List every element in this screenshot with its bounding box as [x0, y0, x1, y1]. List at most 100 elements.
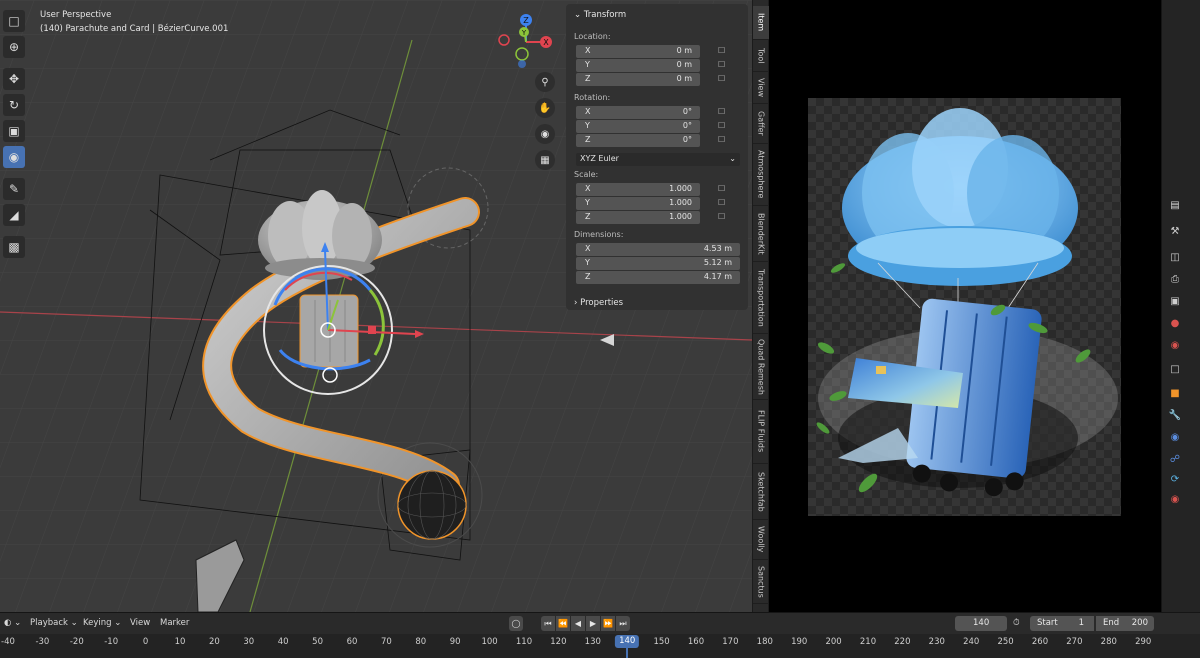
jump-keyframe-back-icon[interactable]: ⏪ — [556, 616, 570, 631]
lock-icon[interactable]: ☐ — [718, 60, 728, 70]
menu-playback[interactable]: Playback ⌄ — [30, 618, 78, 628]
tab-sanctus[interactable]: Sanctus — [753, 560, 769, 604]
play-icon[interactable]: ▶ — [586, 616, 600, 631]
location-x-field[interactable]: X 0 m — [576, 45, 700, 58]
tab-item[interactable]: Item — [753, 6, 769, 40]
start-frame-field[interactable]: Start 1 — [1030, 616, 1094, 631]
current-frame-field[interactable]: 140 — [955, 616, 1007, 631]
ruler-tick: 80 — [415, 637, 427, 647]
playhead-frame[interactable]: 140 — [615, 635, 640, 648]
menu-marker[interactable]: Marker — [160, 618, 189, 628]
zoom-icon[interactable]: ⚲ — [535, 72, 555, 92]
ruler-tick: 60 — [346, 637, 358, 647]
rotate-icon[interactable]: ↻ — [3, 94, 25, 116]
tab-atmosphere[interactable]: Atmosphere — [753, 144, 769, 206]
world-icon[interactable]: ◉ — [1168, 338, 1182, 352]
annotate-icon[interactable]: ✎ — [3, 178, 25, 200]
editor-type-icon[interactable]: ◐ ⌄ — [4, 618, 21, 628]
scale-icon[interactable]: ▣ — [3, 120, 25, 142]
lock-icon[interactable]: ☐ — [718, 198, 728, 208]
transform-icon[interactable]: ◉ — [3, 146, 25, 168]
timeline-ruler[interactable]: -40 -30 -20 -10 0 10 20 30 40 50 60 70 80 90 100 110 120… — [0, 634, 1200, 658]
tab-transportation[interactable]: Transportation — [753, 262, 769, 334]
playhead-line[interactable] — [626, 648, 629, 658]
scale-y-field[interactable]: Y 1.000 — [576, 197, 700, 210]
lock-icon[interactable]: ☐ — [718, 107, 728, 117]
dimensions-y-field[interactable]: Y 5.12 m — [576, 257, 740, 270]
cursor-icon[interactable]: ⊕ — [3, 36, 25, 58]
tab-woolly[interactable]: Woolly — [753, 520, 769, 560]
jump-end-icon[interactable]: ⏭ — [616, 616, 630, 631]
scale-x-field[interactable]: X 1.000 — [576, 183, 700, 196]
rotation-z-field[interactable]: Z 0° — [576, 134, 700, 147]
collection-icon[interactable]: □ — [1168, 362, 1182, 376]
dimensions-z-field[interactable]: Z 4.17 m — [576, 271, 740, 284]
ruler-tick: 170 — [722, 637, 739, 647]
location-y-field[interactable]: Y 0 m — [576, 59, 700, 72]
axis-label: X — [585, 46, 591, 55]
render-icon[interactable]: ◫ — [1168, 250, 1182, 264]
material-icon[interactable]: ◉ — [1168, 492, 1182, 506]
transform-header[interactable]: ⌄ Transform — [574, 10, 626, 20]
rotation-y-field[interactable]: Y 0° — [576, 120, 700, 133]
menu-keying-label: Keying — [83, 618, 112, 628]
ruler-tick: 260 — [1031, 637, 1049, 647]
lock-icon[interactable]: ☐ — [718, 46, 728, 56]
tab-quad-remesh[interactable]: Quad Remesh — [753, 334, 769, 400]
record-icon[interactable]: ◯ — [509, 616, 523, 631]
jump-keyframe-forward-icon[interactable]: ⏩ — [601, 616, 615, 631]
render-preview[interactable] — [769, 0, 1161, 612]
lock-icon[interactable]: ☐ — [718, 135, 728, 145]
dimensions-x-field[interactable]: X 4.53 m — [576, 243, 740, 256]
stopwatch-icon[interactable]: ⏱ — [1013, 618, 1020, 628]
menu-view[interactable]: View — [130, 618, 150, 628]
lock-icon[interactable]: ☐ — [718, 121, 728, 131]
scale-z-field[interactable]: Z 1.000 — [576, 211, 700, 224]
object-icon[interactable]: ■ — [1168, 386, 1182, 400]
move-icon[interactable]: ✥ — [3, 68, 25, 90]
select-box-icon[interactable]: □ — [3, 10, 25, 32]
output-icon[interactable]: ⎙ — [1168, 272, 1182, 286]
menu-playback-label: Playback — [30, 618, 68, 628]
lock-icon[interactable]: ☐ — [718, 212, 728, 222]
rotation-mode-select[interactable]: XYZ Euler ⌄ — [576, 153, 740, 166]
lock-icon[interactable]: ☐ — [718, 74, 728, 84]
location-z-field[interactable]: Z 0 m — [576, 73, 700, 86]
axis-label: X — [585, 244, 591, 253]
constraints-icon[interactable]: ☍ — [1168, 452, 1182, 466]
tab-tool[interactable]: Tool — [753, 40, 769, 72]
sidebar-tabs: Item Tool View Gaffer Atmosphere Blender… — [752, 0, 769, 612]
lock-icon[interactable]: ☐ — [718, 184, 728, 194]
tab-blenderkit[interactable]: BlenderKit — [753, 206, 769, 262]
camera-icon[interactable]: ◉ — [535, 124, 555, 144]
3d-viewport[interactable]: User Perspective (140) Parachute and Car… — [0, 0, 752, 612]
tab-sketchfab[interactable]: Sketchfab — [753, 464, 769, 520]
navigation-gizmo[interactable]: Z Y X — [496, 12, 556, 72]
jump-start-icon[interactable]: ⏮ — [541, 616, 555, 631]
grid-icon[interactable]: ▦ — [535, 150, 555, 170]
hand-icon[interactable]: ✋ — [535, 98, 555, 118]
play-reverse-icon[interactable]: ◀ — [571, 616, 585, 631]
tool-settings-icon[interactable]: ⚒ — [1168, 224, 1182, 238]
end-frame-field[interactable]: End 200 — [1096, 616, 1154, 631]
physics-icon[interactable]: ◉ — [1168, 430, 1182, 444]
menu-keying[interactable]: Keying ⌄ — [83, 618, 121, 628]
add-cube-icon[interactable]: ▩ — [3, 236, 25, 258]
field-value: 0 m — [676, 74, 692, 83]
measure-icon[interactable]: ◢ — [3, 204, 25, 226]
axis-label: Y — [585, 121, 590, 130]
axis-label: Z — [585, 272, 591, 281]
view-layer-icon[interactable]: ▣ — [1168, 294, 1182, 308]
tab-gaffer[interactable]: Gaffer — [753, 104, 769, 144]
render-image — [808, 98, 1121, 516]
tab-view[interactable]: View — [753, 72, 769, 104]
editor-type-icon[interactable]: ▤ — [1168, 198, 1182, 212]
dimensions-label: Dimensions: — [574, 230, 624, 239]
field-value: 0 m — [676, 60, 692, 69]
data-icon[interactable]: ⟳ — [1168, 472, 1182, 486]
scene-icon[interactable]: ● — [1168, 316, 1182, 330]
rotation-x-field[interactable]: X 0° — [576, 106, 700, 119]
tab-flip-fluids[interactable]: FLIP Fluids — [753, 400, 769, 464]
modifier-icon[interactable]: 🔧 — [1168, 408, 1182, 422]
properties-subpanel[interactable]: › Properties — [574, 298, 623, 308]
